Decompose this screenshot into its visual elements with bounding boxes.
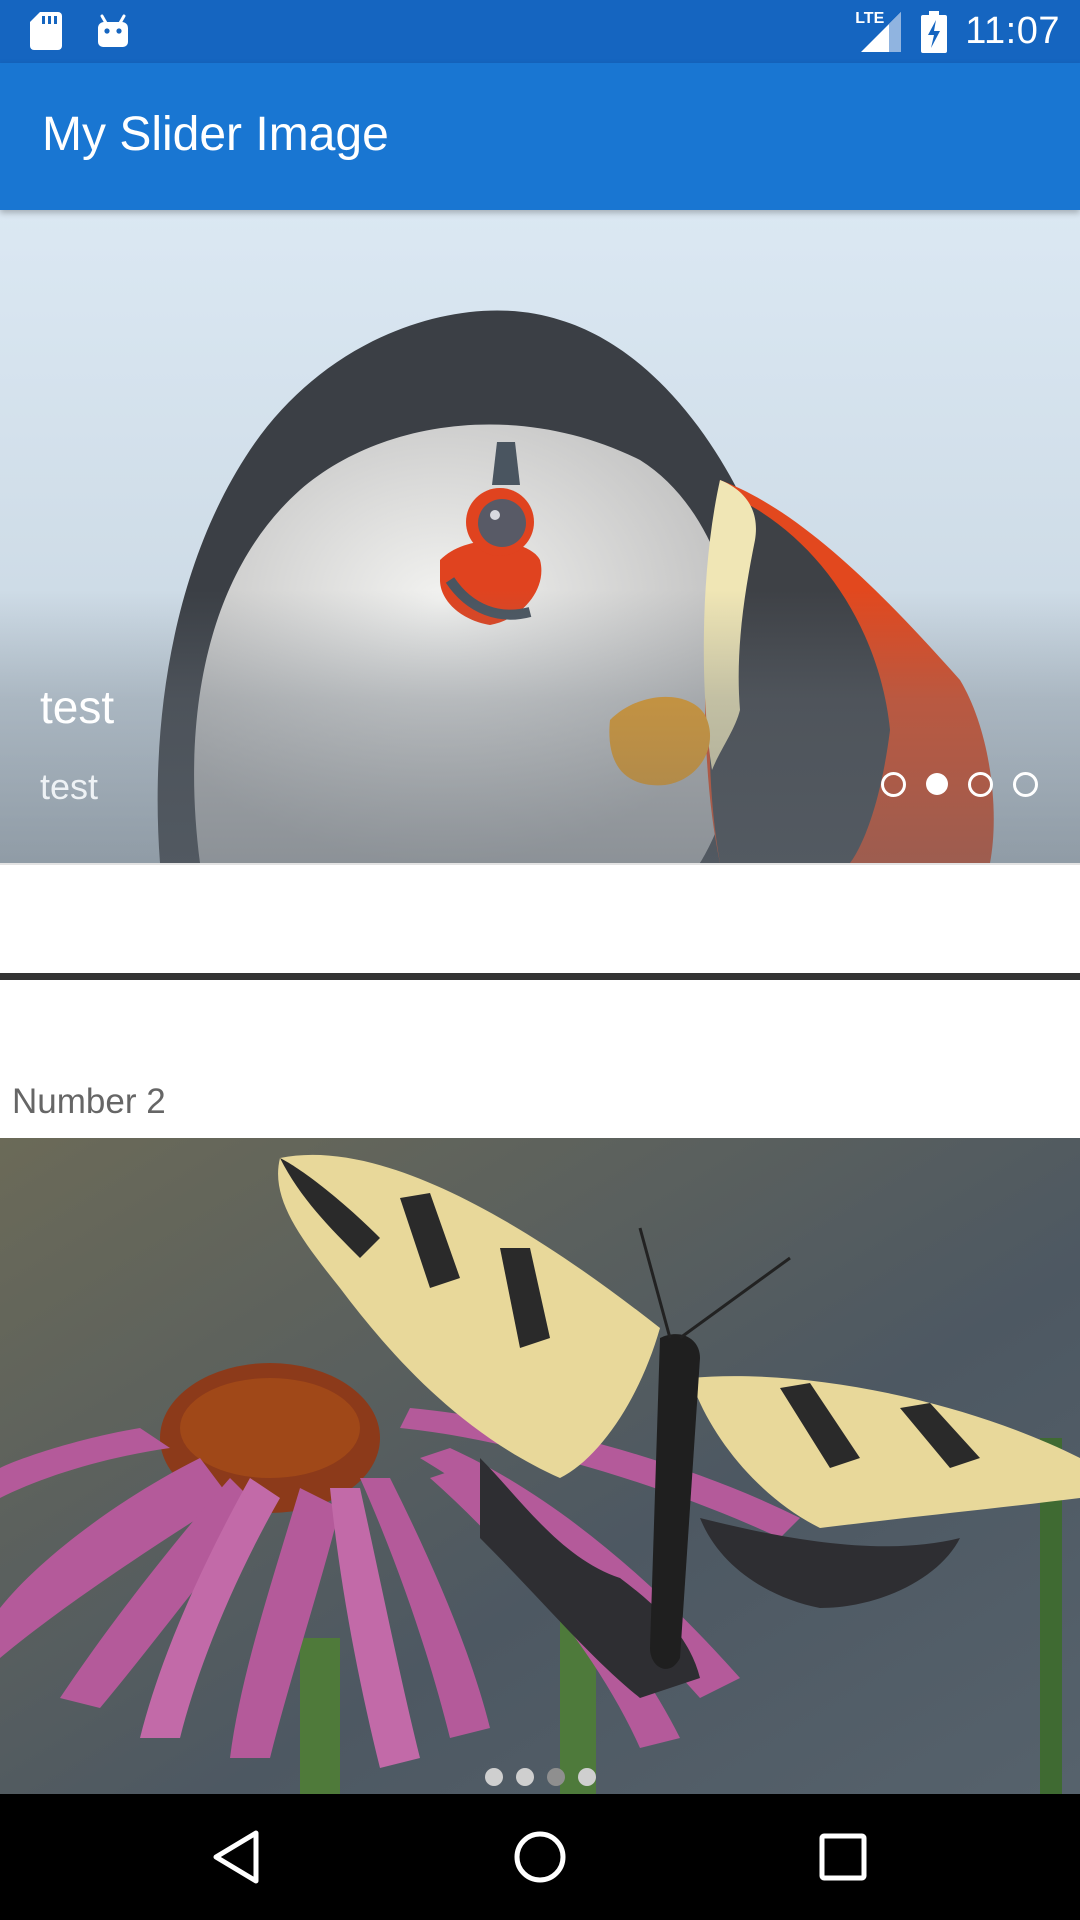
navigation-bar (0, 1794, 1080, 1920)
recents-icon[interactable] (819, 1833, 867, 1881)
home-icon[interactable] (512, 1829, 568, 1885)
page-title: My Slider Image (42, 108, 389, 161)
indicator-dot[interactable] (968, 772, 993, 797)
status-bar: LTE 11:07 (0, 0, 1080, 63)
section-divider (0, 973, 1080, 980)
section-label: Number 2 (12, 1082, 166, 1121)
slide-caption-title: test (40, 681, 115, 733)
indicator-dot[interactable] (578, 1768, 596, 1786)
indicator-dot-active[interactable] (547, 1768, 565, 1786)
indicator-dot[interactable] (881, 772, 906, 797)
back-icon[interactable] (210, 1829, 262, 1885)
network-type-label: LTE (855, 9, 885, 27)
android-icon (98, 14, 128, 47)
slider-2-indicators (485, 1768, 596, 1786)
indicator-dot[interactable] (1013, 772, 1038, 797)
image-slider-2[interactable] (0, 1138, 1080, 1794)
status-time: 11:07 (965, 10, 1060, 52)
indicator-dot[interactable] (485, 1768, 503, 1786)
battery-charging-icon (921, 10, 948, 53)
indicator-dot-active[interactable] (926, 773, 948, 795)
slide-caption-description: test (40, 766, 99, 807)
caption-overlay (0, 590, 1080, 863)
sd-card-icon (30, 12, 62, 50)
divider (0, 863, 1080, 865)
butterfly-on-coneflower-photo (0, 1138, 1080, 1794)
indicator-dot[interactable] (516, 1768, 534, 1786)
image-slider-1[interactable]: test test (0, 210, 1080, 863)
signal-icon: LTE (855, 10, 903, 54)
slider-1-indicators (881, 772, 1038, 797)
app-bar: My Slider Image (0, 63, 1080, 210)
